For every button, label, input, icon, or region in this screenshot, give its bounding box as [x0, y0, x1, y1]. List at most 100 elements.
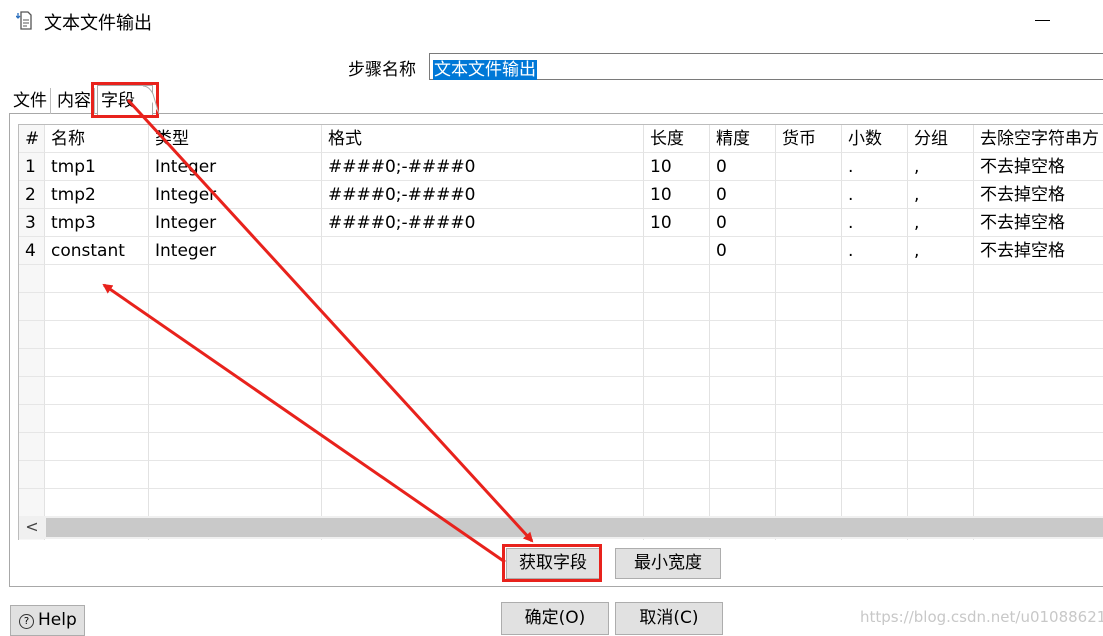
table-cell[interactable] — [776, 433, 842, 461]
table-cell[interactable] — [149, 265, 322, 293]
table-cell[interactable] — [842, 321, 908, 349]
table-cell[interactable] — [45, 293, 149, 321]
table-cell[interactable]: , — [908, 237, 974, 265]
table-cell[interactable] — [974, 321, 1103, 349]
table-cell[interactable] — [322, 321, 644, 349]
tab-content[interactable]: 内容 — [54, 88, 95, 114]
table-cell[interactable] — [149, 321, 322, 349]
table-cell[interactable] — [322, 377, 644, 405]
table-cell[interactable] — [45, 321, 149, 349]
table-cell[interactable] — [322, 293, 644, 321]
table-cell[interactable] — [908, 433, 974, 461]
table-cell[interactable]: constant — [45, 237, 149, 265]
table-cell[interactable]: 0 — [710, 237, 776, 265]
table-cell[interactable] — [776, 237, 842, 265]
table-cell[interactable] — [908, 321, 974, 349]
table-cell[interactable] — [45, 405, 149, 433]
table-cell[interactable] — [644, 349, 710, 377]
table-cell[interactable] — [149, 405, 322, 433]
table-cell[interactable] — [776, 461, 842, 489]
table-cell[interactable] — [776, 405, 842, 433]
table-cell[interactable] — [322, 237, 644, 265]
table-cell[interactable] — [776, 293, 842, 321]
table-cell[interactable] — [974, 349, 1103, 377]
table-cell[interactable] — [710, 405, 776, 433]
min-width-button[interactable]: 最小宽度 — [615, 548, 721, 579]
table-cell[interactable] — [45, 377, 149, 405]
column-header[interactable]: 长度 — [644, 125, 710, 153]
table-cell[interactable] — [149, 293, 322, 321]
table-cell[interactable] — [644, 433, 710, 461]
table-cell[interactable] — [710, 265, 776, 293]
table-cell[interactable] — [45, 461, 149, 489]
scrollbar-thumb[interactable] — [46, 518, 1103, 537]
table-cell[interactable]: Integer — [149, 237, 322, 265]
table-cell[interactable]: 0 — [710, 181, 776, 209]
table-cell[interactable] — [710, 433, 776, 461]
table-cell[interactable] — [974, 293, 1103, 321]
table-cell[interactable] — [644, 461, 710, 489]
table-cell[interactable] — [322, 489, 644, 517]
table-cell[interactable]: . — [842, 209, 908, 237]
table-cell[interactable] — [776, 181, 842, 209]
table-cell[interactable] — [974, 489, 1103, 517]
column-header[interactable]: 小数 — [842, 125, 908, 153]
table-cell[interactable]: 0 — [710, 153, 776, 181]
table-cell[interactable] — [644, 377, 710, 405]
table-cell[interactable]: 不去掉空格 — [974, 181, 1103, 209]
table-cell[interactable] — [322, 461, 644, 489]
table-cell[interactable] — [45, 349, 149, 377]
ok-button[interactable]: 确定(O) — [501, 602, 609, 635]
table-cell[interactable] — [842, 405, 908, 433]
table-cell[interactable]: 不去掉空格 — [974, 209, 1103, 237]
table-cell[interactable]: tmp2 — [45, 181, 149, 209]
table-cell[interactable] — [776, 209, 842, 237]
table-cell[interactable] — [45, 489, 149, 517]
tab-file[interactable]: 文件 — [10, 88, 51, 114]
table-cell[interactable] — [776, 265, 842, 293]
column-header[interactable]: 分组 — [908, 125, 974, 153]
scroll-left-button[interactable]: < — [19, 516, 45, 539]
table-cell[interactable] — [322, 349, 644, 377]
column-header[interactable]: 精度 — [710, 125, 776, 153]
table-cell[interactable] — [974, 377, 1103, 405]
table-cell[interactable] — [644, 321, 710, 349]
table-cell[interactable] — [776, 349, 842, 377]
table-cell[interactable] — [842, 461, 908, 489]
table-cell[interactable]: tmp3 — [45, 209, 149, 237]
table-cell[interactable] — [842, 489, 908, 517]
table-cell[interactable]: 10 — [644, 181, 710, 209]
table-cell[interactable] — [322, 433, 644, 461]
table-cell[interactable]: ####0;-####0 — [322, 153, 644, 181]
table-cell[interactable] — [149, 489, 322, 517]
table-cell[interactable]: , — [908, 153, 974, 181]
table-cell[interactable] — [710, 377, 776, 405]
table-cell[interactable] — [710, 293, 776, 321]
table-cell[interactable] — [149, 349, 322, 377]
table-cell[interactable] — [710, 349, 776, 377]
table-cell[interactable]: 不去掉空格 — [974, 153, 1103, 181]
column-header[interactable]: # — [19, 125, 45, 153]
column-header[interactable]: 去除空字符串方 — [974, 125, 1103, 153]
table-cell[interactable]: ####0;-####0 — [322, 181, 644, 209]
table-cell[interactable] — [644, 293, 710, 321]
table-cell[interactable] — [908, 349, 974, 377]
table-cell[interactable] — [974, 405, 1103, 433]
column-header[interactable]: 货币 — [776, 125, 842, 153]
table-cell[interactable]: . — [842, 181, 908, 209]
table-cell[interactable] — [776, 321, 842, 349]
table-cell[interactable] — [908, 405, 974, 433]
table-cell[interactable] — [710, 489, 776, 517]
table-cell[interactable] — [644, 265, 710, 293]
table-cell[interactable]: . — [842, 153, 908, 181]
table-cell[interactable]: . — [842, 237, 908, 265]
table-cell[interactable] — [322, 265, 644, 293]
minimize-button[interactable] — [1030, 4, 1060, 34]
table-cell[interactable] — [45, 265, 149, 293]
table-cell[interactable] — [974, 265, 1103, 293]
table-cell[interactable] — [842, 293, 908, 321]
table-cell[interactable]: , — [908, 181, 974, 209]
step-name-input[interactable]: 文本文件输出 — [429, 53, 1103, 80]
table-cell[interactable] — [644, 237, 710, 265]
table-cell[interactable]: , — [908, 209, 974, 237]
